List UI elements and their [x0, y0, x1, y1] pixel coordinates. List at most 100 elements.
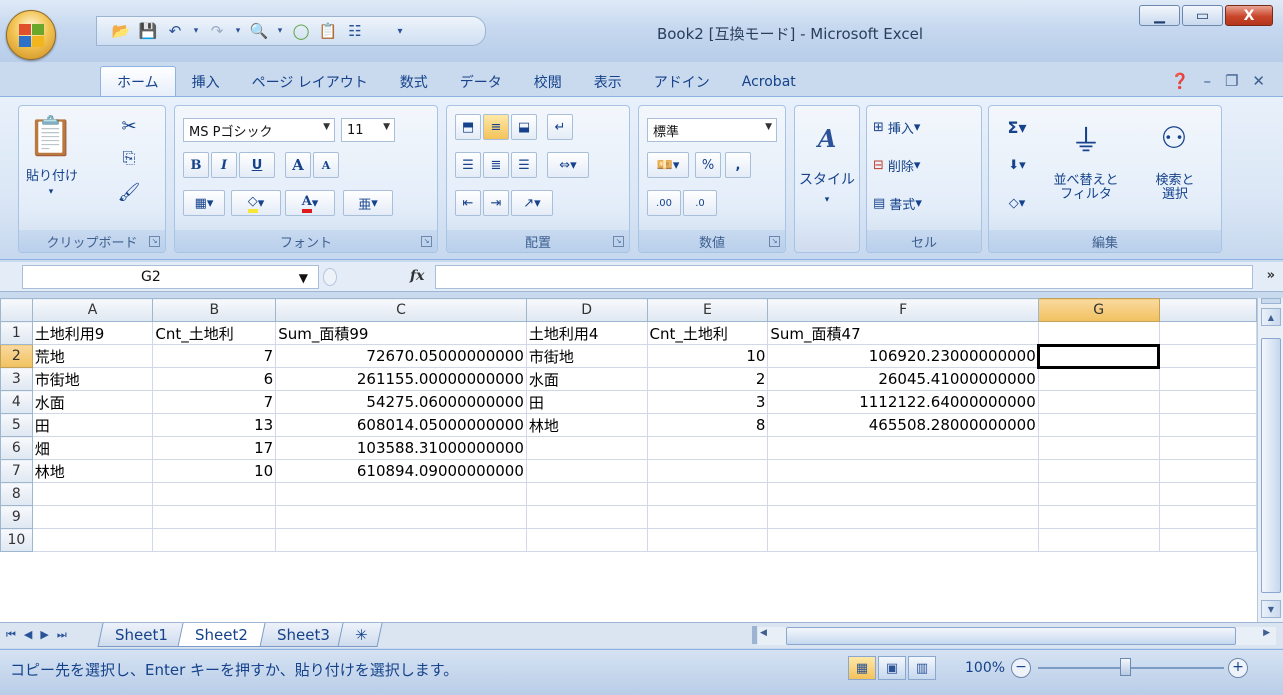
cell-h2[interactable] — [1158, 344, 1257, 368]
zoom-level[interactable]: 100% — [965, 660, 1005, 676]
formula-input[interactable] — [435, 265, 1253, 289]
delete-cells-button[interactable]: ⊟ 削除 ▾ — [873, 152, 973, 178]
column-header-f[interactable]: F — [767, 298, 1039, 322]
cell-g9[interactable] — [1037, 505, 1160, 529]
cell-c3[interactable]: 261155.00000000000 — [275, 367, 527, 391]
row-header[interactable]: 9 — [0, 505, 33, 529]
wrap-text-icon[interactable]: ↵ — [547, 114, 573, 140]
worksheet-grid[interactable]: A B C D E F G 1 土地利用9 Cnt_土地利 Sum_面積99 土地利用4… — [0, 298, 1257, 622]
cell-h6[interactable] — [1158, 436, 1257, 460]
cell-h4[interactable] — [1158, 390, 1257, 414]
cell-f1[interactable]: Sum_面積47 — [767, 321, 1039, 345]
tab-acrobat[interactable]: Acrobat — [726, 67, 812, 97]
shrink-font-button[interactable]: A — [313, 152, 339, 178]
expand-formula-bar-icon[interactable]: » — [1267, 268, 1275, 283]
increase-decimal-button[interactable]: .00 — [647, 190, 681, 216]
cell-b5[interactable]: 13 — [152, 413, 277, 437]
cell-e1[interactable]: Cnt_土地利 — [646, 321, 769, 345]
font-size-combo[interactable]: 11 ▼ — [341, 118, 395, 142]
cell-c2[interactable]: 72670.05000000000 — [275, 344, 527, 368]
merge-center-icon[interactable]: ⇔▾ — [547, 152, 589, 178]
increase-indent-icon[interactable]: ⇥ — [483, 190, 509, 216]
formula-bar-handle-icon[interactable] — [323, 268, 337, 286]
column-header-e[interactable]: E — [646, 298, 769, 322]
decrease-decimal-button[interactable]: .0 — [683, 190, 717, 216]
row-header[interactable]: 5 — [0, 413, 33, 437]
cell-d1[interactable]: 土地利用4 — [525, 321, 648, 345]
phonetic-button[interactable]: 亜 ▾ — [343, 190, 393, 216]
cell-d4[interactable]: 田 — [525, 390, 648, 414]
cell-f5[interactable]: 465508.28000000000 — [767, 413, 1039, 437]
cell-h7[interactable] — [1158, 459, 1257, 483]
horizontal-scroll-thumb[interactable] — [786, 627, 1236, 645]
cell-e3[interactable]: 2 — [646, 367, 769, 391]
column-header-h[interactable] — [1158, 298, 1257, 322]
tab-data[interactable]: データ — [444, 67, 518, 97]
cell-e7[interactable] — [646, 459, 769, 483]
zoom-out-icon[interactable]: − — [1011, 658, 1031, 678]
font-size-dropdown-icon[interactable]: ▼ — [383, 122, 390, 132]
cell-c9[interactable] — [275, 505, 527, 529]
cell-e10[interactable] — [646, 528, 769, 552]
cell-d2[interactable]: 市街地 — [525, 344, 648, 368]
open-folder-icon[interactable]: 📂 — [111, 21, 131, 41]
row-header[interactable]: 1 — [0, 321, 33, 345]
tab-home[interactable]: ホーム — [100, 66, 176, 97]
restore-button[interactable]: ▭ — [1182, 5, 1223, 26]
undo-dropdown-icon[interactable]: ▾ — [192, 21, 200, 41]
row-header[interactable]: 6 — [0, 436, 33, 460]
next-sheet-icon[interactable]: ▶ — [40, 628, 48, 642]
page-layout-view-icon[interactable]: ▣ — [878, 656, 906, 680]
insert-cells-button[interactable]: ⊞ 挿入 ▾ — [873, 114, 973, 140]
cell-g10[interactable] — [1037, 528, 1160, 552]
cell-b2[interactable]: 7 — [152, 344, 277, 368]
cell-a1[interactable]: 土地利用9 — [31, 321, 154, 345]
save-icon[interactable]: 💾 — [138, 21, 158, 41]
number-launcher-icon[interactable]: ↘ — [769, 236, 780, 247]
cell-g8[interactable] — [1037, 482, 1160, 506]
font-name-combo[interactable]: MS Pゴシック ▼ — [183, 118, 335, 142]
cell-d6[interactable] — [525, 436, 648, 460]
cell-c5[interactable]: 608014.05000000000 — [275, 413, 527, 437]
cell-d9[interactable] — [525, 505, 648, 529]
cell-a3[interactable]: 市街地 — [31, 367, 154, 391]
workbook-restore-icon[interactable]: ❐ — [1225, 72, 1238, 90]
align-middle-icon[interactable]: ≡ — [483, 114, 509, 140]
office-button[interactable] — [6, 10, 56, 60]
align-left-icon[interactable]: ☰ — [455, 152, 481, 178]
clear-icon[interactable]: ◇▾ — [997, 190, 1037, 216]
customize-qat-icon[interactable]: ▾ — [390, 21, 410, 41]
fill-icon[interactable]: ⬇▾ — [997, 152, 1037, 178]
normal-view-icon[interactable]: ▦ — [848, 656, 876, 680]
zoom-slider-thumb[interactable] — [1120, 658, 1131, 676]
cell-g1[interactable] — [1037, 321, 1160, 345]
cell-b6[interactable]: 17 — [152, 436, 277, 460]
sheet-tab-sheet1[interactable]: Sheet1 — [97, 623, 186, 647]
alignment-launcher-icon[interactable]: ↘ — [613, 236, 624, 247]
cell-a8[interactable] — [31, 482, 154, 506]
cell-e6[interactable] — [646, 436, 769, 460]
insert-function-button[interactable]: fx — [410, 268, 424, 284]
cell-f3[interactable]: 26045.41000000000 — [767, 367, 1039, 391]
cell-d8[interactable] — [525, 482, 648, 506]
cell-a2[interactable]: 荒地 — [31, 344, 154, 368]
align-top-icon[interactable]: ⬒ — [455, 114, 481, 140]
cell-g4[interactable] — [1037, 390, 1160, 414]
currency-icon[interactable]: 💴▾ — [647, 152, 689, 178]
row-header[interactable]: 3 — [0, 367, 33, 391]
cell-f8[interactable] — [767, 482, 1039, 506]
cell-a7[interactable]: 林地 — [31, 459, 154, 483]
cell-h1[interactable] — [1158, 321, 1257, 345]
format-cells-button[interactable]: ▤ 書式 ▾ — [873, 190, 973, 216]
undo-icon[interactable]: ↶ — [165, 21, 185, 41]
zoom-dropdown-icon[interactable]: ▾ — [276, 21, 284, 41]
cell-e4[interactable]: 3 — [646, 390, 769, 414]
styles-dropdown-icon[interactable]: ▾ — [819, 194, 835, 206]
cell-h10[interactable] — [1158, 528, 1257, 552]
vertical-scrollbar[interactable]: ▲ ▼ — [1257, 298, 1283, 622]
row-header[interactable]: 4 — [0, 390, 33, 414]
name-box-dropdown-icon[interactable]: ▼ — [299, 267, 308, 289]
select-all-corner[interactable] — [0, 298, 33, 322]
insert-sheet-icon[interactable]: ✳ — [337, 623, 383, 647]
column-header-a[interactable]: A — [31, 298, 154, 322]
